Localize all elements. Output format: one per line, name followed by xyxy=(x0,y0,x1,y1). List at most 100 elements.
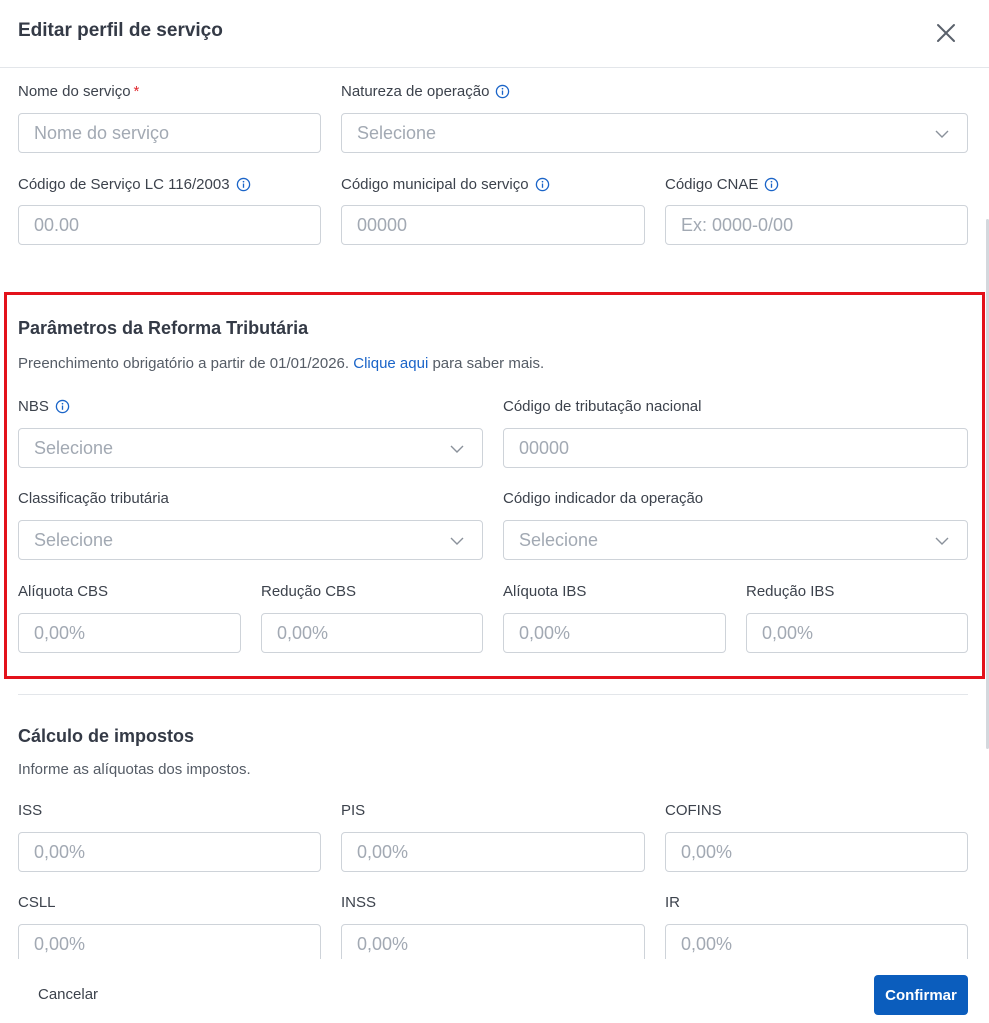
info-icon[interactable] xyxy=(236,177,251,192)
municipal-code-label-text: Código municipal do serviço xyxy=(341,175,529,193)
nbs-label-text: NBS xyxy=(18,397,49,415)
operation-indicator-label-text: Código indicador da operação xyxy=(503,489,704,507)
cancel-button[interactable]: Cancelar xyxy=(38,986,98,1003)
reform-section-title: Parâmetros da Reforma Tributária xyxy=(18,318,309,338)
national-code-label-text: Código de tributação nacional xyxy=(503,397,702,415)
tax-classification-placeholder: Selecione xyxy=(34,529,114,550)
municipal-code-input[interactable]: 00000 xyxy=(341,205,645,245)
service-name-placeholder: Nome do serviço xyxy=(34,122,170,143)
cbs-reduction-placeholder: 0,00% xyxy=(277,622,329,643)
inss-label: INSS xyxy=(341,892,376,912)
ibs-reduction-label-text: Redução IBS xyxy=(746,582,835,600)
csll-label-text: CSLL xyxy=(18,893,56,911)
ibs-rate-input[interactable]: 0,00% xyxy=(503,613,726,653)
info-icon[interactable] xyxy=(55,399,70,414)
inss-label-text: INSS xyxy=(341,893,377,911)
nbs-label: NBS xyxy=(18,396,70,416)
cnae-code-placeholder: Ex: 0000-0/00 xyxy=(681,214,794,235)
municipal-code-label: Código municipal do serviço xyxy=(341,174,550,194)
cbs-reduction-label-text: Redução CBS xyxy=(261,582,357,600)
edit-service-profile-modal: Editar perfil de serviço Nome do serviço… xyxy=(0,0,989,1023)
inss-input[interactable]: 0,00% xyxy=(341,924,645,959)
cnae-code-input[interactable]: Ex: 0000-0/00 xyxy=(665,205,968,245)
pis-input[interactable]: 0,00% xyxy=(341,832,645,872)
operation-indicator-placeholder: Selecione xyxy=(519,529,599,550)
learn-more-link[interactable]: Clique aqui xyxy=(353,355,428,372)
tax-classification-label-text: Classificação tributária xyxy=(18,489,169,507)
cbs-rate-placeholder: 0,00% xyxy=(34,622,86,643)
close-icon[interactable] xyxy=(933,20,959,46)
pis-placeholder: 0,00% xyxy=(357,841,409,862)
municipal-code-placeholder: 00000 xyxy=(357,214,408,235)
iss-label-text: ISS xyxy=(18,801,43,819)
service-name-label-text: Nome do serviço xyxy=(18,82,131,100)
cbs-reduction-input[interactable]: 0,00% xyxy=(261,613,483,653)
modal-footer: Cancelar Confirmar xyxy=(0,959,989,1023)
cofins-input[interactable]: 0,00% xyxy=(665,832,968,872)
tax-classification-select[interactable]: Selecione xyxy=(18,520,483,560)
national-code-input[interactable]: 00000 xyxy=(503,428,968,468)
ibs-rate-label: Alíquota IBS xyxy=(503,581,586,601)
operation-indicator-select[interactable]: Selecione xyxy=(503,520,968,560)
section-divider xyxy=(18,694,968,695)
cbs-rate-input[interactable]: 0,00% xyxy=(18,613,241,653)
ir-label: IR xyxy=(665,892,680,912)
national-code-label: Código de tributação nacional xyxy=(503,396,701,416)
nbs-placeholder: Selecione xyxy=(34,437,114,458)
modal-header: Editar perfil de serviço xyxy=(0,0,989,68)
csll-label: CSLL xyxy=(18,892,56,912)
nbs-select[interactable]: Selecione xyxy=(18,428,483,468)
required-mark: * xyxy=(133,82,140,100)
confirm-button[interactable]: Confirmar xyxy=(874,975,968,1015)
lc116-code-label-text: Código de Serviço LC 116/2003 xyxy=(18,175,230,193)
pis-label-text: PIS xyxy=(341,801,366,819)
pis-label: PIS xyxy=(341,800,365,820)
operation-nature-label-text: Natureza de operação xyxy=(341,82,490,100)
ibs-rate-label-text: Alíquota IBS xyxy=(503,582,587,600)
iss-placeholder: 0,00% xyxy=(34,841,86,862)
lc116-code-placeholder: 00.00 xyxy=(34,214,80,235)
csll-input[interactable]: 0,00% xyxy=(18,924,321,959)
ibs-reduction-placeholder: 0,00% xyxy=(762,622,814,643)
cofins-placeholder: 0,00% xyxy=(681,841,733,862)
modal-title: Editar perfil de serviço xyxy=(18,20,223,41)
cbs-rate-label-text: Alíquota CBS xyxy=(18,582,109,600)
ibs-reduction-label: Redução IBS xyxy=(746,581,834,601)
taxes-section-description: Informe as alíquotas dos impostos. xyxy=(18,761,251,778)
reform-desc-text: Preenchimento obrigatório a partir de 01… xyxy=(18,355,350,372)
operation-nature-label: Natureza de operação xyxy=(341,81,510,101)
modal-body[interactable]: Nome do serviço * Nome do serviço Nature… xyxy=(0,69,989,959)
lc116-code-label: Código de Serviço LC 116/2003 xyxy=(18,174,251,194)
cofins-label: COFINS xyxy=(665,800,722,820)
ir-placeholder: 0,00% xyxy=(681,933,733,954)
service-name-input[interactable]: Nome do serviço xyxy=(18,113,321,153)
cnae-code-label: Código CNAE xyxy=(665,174,779,194)
info-icon[interactable] xyxy=(764,177,779,192)
cbs-rate-label: Alíquota CBS xyxy=(18,581,108,601)
ir-label-text: IR xyxy=(665,893,680,911)
info-icon[interactable] xyxy=(535,177,550,192)
ir-input[interactable]: 0,00% xyxy=(665,924,968,959)
csll-placeholder: 0,00% xyxy=(34,933,86,954)
chevron-down-icon xyxy=(935,130,949,138)
operation-nature-placeholder: Selecione xyxy=(357,122,437,143)
inss-placeholder: 0,00% xyxy=(357,933,409,954)
info-icon[interactable] xyxy=(495,84,510,99)
service-name-label: Nome do serviço * xyxy=(18,81,139,101)
operation-indicator-label: Código indicador da operação xyxy=(503,488,703,508)
tax-classification-label: Classificação tributária xyxy=(18,488,169,508)
iss-input[interactable]: 0,00% xyxy=(18,832,321,872)
ibs-rate-placeholder: 0,00% xyxy=(519,622,571,643)
cnae-code-label-text: Código CNAE xyxy=(665,175,759,193)
chevron-down-icon xyxy=(450,537,464,545)
reform-section-description: Preenchimento obrigatório a partir de 01… xyxy=(18,355,544,372)
iss-label: ISS xyxy=(18,800,42,820)
chevron-down-icon xyxy=(450,445,464,453)
ibs-reduction-input[interactable]: 0,00% xyxy=(746,613,968,653)
cbs-reduction-label: Redução CBS xyxy=(261,581,356,601)
taxes-section-title: Cálculo de impostos xyxy=(18,726,195,746)
lc116-code-input[interactable]: 00.00 xyxy=(18,205,321,245)
chevron-down-icon xyxy=(935,537,949,545)
national-code-placeholder: 00000 xyxy=(519,437,570,458)
operation-nature-select[interactable]: Selecione xyxy=(341,113,968,153)
